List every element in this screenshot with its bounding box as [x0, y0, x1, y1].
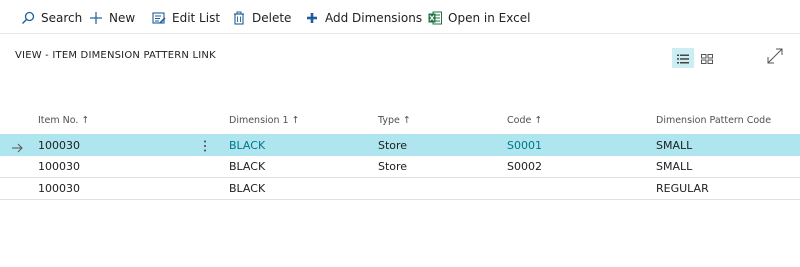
cell-dimension-pattern-code: SMALL [656, 160, 693, 173]
plus-icon [88, 10, 104, 26]
delete-label: Delete [252, 11, 292, 25]
column-header-code[interactable]: Code ↑ [507, 115, 542, 126]
cell-dimension-pattern-code: SMALL [656, 139, 693, 152]
table-header: Item No. ↑ Dimension 1 ↑ Type ↑ Code ↑ D… [0, 110, 800, 134]
column-header-item-no[interactable]: Item No. ↑ [38, 115, 89, 126]
search-icon [20, 10, 36, 26]
cell-dimension-1: BLACK [229, 160, 266, 173]
plus-bold-icon [304, 10, 320, 26]
cell-dimension-1: BLACK [229, 182, 266, 195]
more-options-icon[interactable] [202, 138, 208, 152]
cell-item-no: 100030 [38, 182, 80, 195]
arrow-right-icon [11, 139, 23, 153]
table-row[interactable]: 100030 BLACK Store S0002 SMALL [0, 156, 800, 178]
new-label: New [109, 11, 136, 25]
cell-type: Store [378, 139, 408, 152]
search-button[interactable]: Search [20, 9, 82, 27]
table-row[interactable]: 100030 BLACK REGULAR [0, 178, 800, 200]
delete-button[interactable]: Delete [231, 9, 291, 27]
item-dimension-pattern-grid: Item No. ↑ Dimension 1 ↑ Type ↑ Code ↑ D… [0, 110, 800, 200]
column-header-dimension-1[interactable]: Dimension 1 ↑ [229, 115, 300, 126]
tile-view-button[interactable] [696, 48, 718, 68]
cell-dimension-1[interactable]: BLACK [229, 139, 265, 152]
search-label: Search [41, 11, 83, 25]
expand-icon [766, 47, 784, 69]
cell-item-no: 100030 [38, 160, 80, 173]
excel-icon [427, 10, 443, 26]
cell-code[interactable]: S0001 [507, 139, 542, 152]
edit-list-button[interactable]: Edit List [151, 9, 220, 27]
add-dimensions-label: Add Dimensions [325, 11, 423, 25]
add-dimensions-button[interactable]: Add Dimensions [304, 9, 422, 27]
expand-button[interactable] [764, 47, 786, 69]
new-button[interactable]: New [88, 9, 135, 27]
column-header-type[interactable]: Type ↑ [378, 115, 411, 126]
open-in-excel-button[interactable]: Open in Excel [427, 9, 530, 27]
action-bar: Search New Edit List Delete Add Dimensio… [0, 0, 800, 34]
list-view-button[interactable] [672, 48, 694, 68]
list-view-icon [677, 49, 689, 68]
edit-list-label: Edit List [172, 11, 221, 25]
tile-view-icon [701, 49, 713, 68]
cell-item-no: 100030 [38, 139, 80, 152]
cell-dimension-pattern-code: REGULAR [656, 182, 709, 195]
table-row[interactable]: 100030 BLACK Store S0001 SMALL [0, 134, 800, 156]
edit-list-icon [151, 10, 167, 26]
open-in-excel-label: Open in Excel [448, 11, 531, 25]
cell-code: S0002 [507, 160, 542, 173]
page-title: VIEW - ITEM DIMENSION PATTERN LINK [15, 50, 216, 61]
cell-type: Store [378, 160, 408, 173]
column-header-dimension-pattern-code[interactable]: Dimension Pattern Code [656, 115, 771, 126]
trash-icon [231, 10, 247, 26]
